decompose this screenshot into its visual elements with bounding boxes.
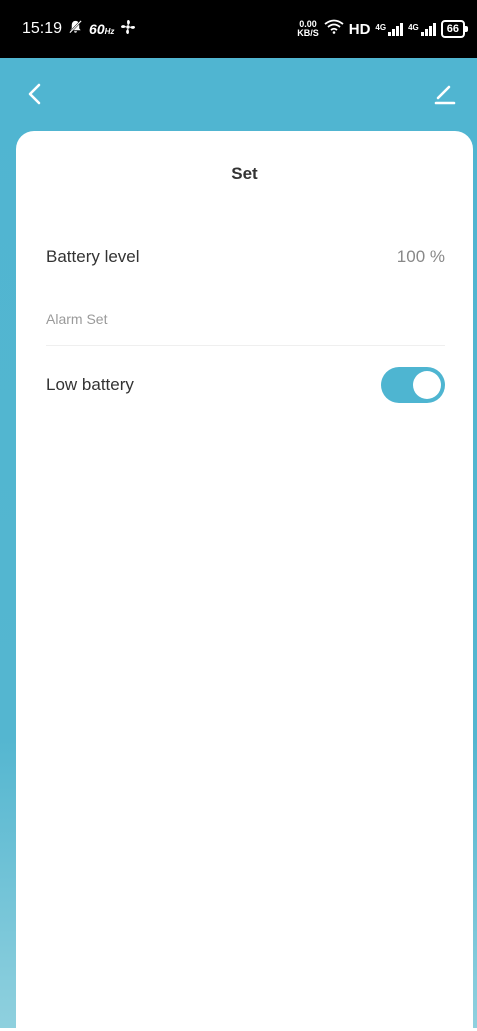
divider — [46, 345, 445, 346]
page-title: Set — [231, 164, 258, 183]
refresh-rate: 60Hz — [89, 21, 114, 37]
hd-indicator: HD — [348, 20, 371, 38]
signal-2-icon: 4G — [408, 22, 436, 36]
battery-level-value: 100 % — [396, 247, 445, 266]
status-right: 0.00 KB/S HD 4G 4G 66 — [297, 19, 469, 39]
pencil-icon — [434, 85, 456, 105]
low-battery-label: Low battery — [46, 375, 134, 394]
toggle-knob — [413, 371, 441, 399]
edit-button[interactable] — [431, 80, 459, 108]
network-speed: 0.00 KB/S — [297, 20, 319, 38]
refresh-rate-unit: Hz — [104, 27, 115, 36]
fan-icon — [120, 19, 136, 40]
chevron-left-icon — [28, 83, 41, 105]
low-battery-toggle[interactable] — [381, 367, 445, 403]
signal-1-label: 4G — [375, 22, 387, 32]
network-speed-unit: KB/S — [297, 28, 319, 38]
settings-card: Set Battery level 100 % Alarm Set Low ba… — [16, 131, 473, 1031]
battery-level-status: 66 — [446, 23, 459, 35]
status-left: 15:19 60Hz — [22, 19, 136, 40]
refresh-rate-value: 60 — [89, 21, 105, 37]
status-time: 15:19 — [22, 20, 63, 37]
back-button[interactable] — [22, 80, 50, 108]
low-battery-row: Low battery — [46, 367, 445, 403]
alarm-off-icon — [68, 19, 83, 39]
alarm-set-section-label: Alarm Set — [46, 311, 108, 327]
battery-icon: 66 — [440, 20, 469, 38]
wifi-icon — [324, 19, 344, 39]
battery-level-label: Battery level — [46, 247, 140, 266]
battery-level-row: Battery level 100 % — [46, 243, 445, 271]
status-bar: 15:19 60Hz 0.00 KB/S HD 4G 4G 66 — [0, 0, 477, 58]
signal-1-icon: 4G — [375, 22, 404, 36]
signal-2-label: 4G — [408, 22, 419, 32]
